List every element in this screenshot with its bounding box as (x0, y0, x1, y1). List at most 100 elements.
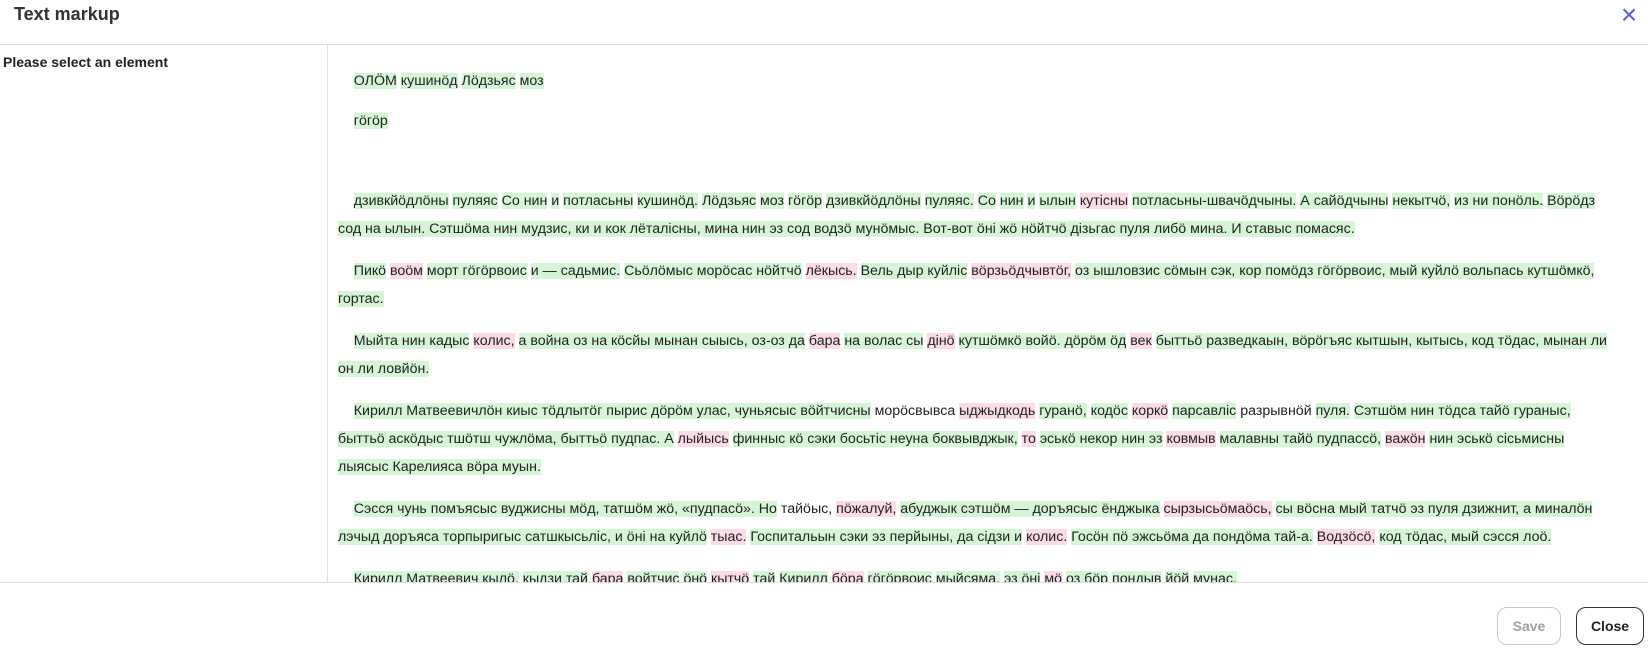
token[interactable]: нин эськӧ сісьмисны (1429, 431, 1565, 447)
close-icon[interactable]: × (1618, 1, 1640, 29)
token[interactable]: тай (753, 571, 776, 582)
token[interactable]: пӧжалуй, (836, 501, 897, 517)
token[interactable]: Сэтшӧм нин тӧдса тайӧ гураныс, (1353, 403, 1571, 419)
token[interactable]: сырзысьӧмаӧсь, (1163, 501, 1272, 517)
token[interactable]: и (551, 193, 560, 209)
token[interactable]: оз бӧр (1065, 571, 1109, 582)
token[interactable]: век (1130, 333, 1152, 349)
token[interactable]: лёкысь. (805, 263, 857, 279)
token[interactable]: коркӧ (1131, 403, 1169, 419)
token[interactable]: финныс кӧ сэки босьтіс неуна боквывджык, (732, 431, 1018, 447)
token[interactable]: морӧсвывса (875, 403, 956, 419)
token[interactable]: ковмыв (1166, 431, 1216, 447)
token[interactable]: воӧм (389, 263, 423, 279)
token[interactable]: гӧгӧр (353, 113, 388, 129)
token[interactable]: кушинӧд. (637, 193, 698, 209)
token[interactable]: Лӧдзьяс (701, 193, 757, 209)
token[interactable]: бара (808, 333, 841, 349)
token[interactable]: кушинӧд (400, 73, 458, 89)
token[interactable]: Кирилл Матвеевич кылӧ, (353, 571, 519, 582)
token[interactable]: разрывнӧй (1240, 403, 1311, 419)
token[interactable]: важӧн (1385, 431, 1426, 447)
token[interactable]: Госӧн пӧ эжсьӧма да пондӧма тай-а. (1071, 529, 1313, 545)
token[interactable]: пондыв (1112, 571, 1162, 582)
token[interactable]: Госпитальын сэки эз перйыны, да сідзи и (750, 529, 1023, 545)
token[interactable]: кодӧс (1090, 403, 1128, 419)
token[interactable]: кутісны (1079, 193, 1129, 209)
token[interactable]: бӧра (831, 571, 864, 582)
token[interactable]: А сайӧдчыны (1300, 193, 1389, 209)
token[interactable]: и (1027, 193, 1036, 209)
close-button[interactable]: Close (1576, 607, 1644, 645)
token[interactable]: Вель дыр куйліс (860, 263, 968, 279)
token[interactable]: быттьӧ аскӧдыс тшӧтш чужлӧма, быттьӧ пуд… (338, 431, 674, 447)
token[interactable]: тыас. (710, 529, 747, 545)
token[interactable]: ылын (1039, 193, 1076, 209)
token[interactable]: пуля. (1315, 403, 1350, 419)
token[interactable]: Со нин (501, 193, 548, 209)
token[interactable]: гортас. (338, 291, 384, 307)
token[interactable]: моз (760, 193, 785, 209)
token[interactable]: ӧнӧ (683, 571, 708, 582)
token[interactable]: пуляяс (452, 193, 498, 209)
token[interactable]: потласьны (563, 193, 634, 209)
token[interactable]: из ни понӧль. (1454, 193, 1544, 209)
token[interactable]: а война оз на кӧсйы мынан сыысь, оз-оз д… (518, 333, 805, 349)
token[interactable]: войтчис (627, 571, 680, 582)
token[interactable]: мӧ (1044, 571, 1063, 582)
token[interactable]: на волас сы (844, 333, 924, 349)
token[interactable]: Водзӧсӧ, (1316, 529, 1376, 545)
token[interactable]: вӧрзьӧдчывтӧг, (971, 263, 1072, 279)
token[interactable]: парсавліс (1172, 403, 1237, 419)
token[interactable]: гӧгӧрвоис (867, 571, 932, 582)
token[interactable]: моз (519, 73, 544, 89)
token[interactable]: малавны тайӧ пудпассӧ, (1219, 431, 1382, 447)
token[interactable]: пуляяс. (924, 193, 974, 209)
token[interactable]: кутшӧмкӧ войӧ. дӧрӧм ӧд (958, 333, 1127, 349)
token[interactable]: йӧй (1165, 571, 1190, 582)
token[interactable]: то (1021, 431, 1036, 447)
token[interactable]: сы вӧсна мый татчӧ эз пуля дзижнит, а ми… (1275, 501, 1593, 517)
token[interactable]: сод на ылын. Сэтшӧма нин мудзис, ки и ко… (338, 221, 1355, 237)
token[interactable]: гуранӧ, (1039, 403, 1087, 419)
token[interactable]: дзивкйӧдлӧны (353, 193, 449, 209)
token[interactable]: мунас. (1193, 571, 1237, 582)
token[interactable]: Мыйта нин кадыс (353, 333, 470, 349)
token[interactable]: лыйысь (677, 431, 729, 447)
token[interactable]: мыйсяма, (935, 571, 1001, 582)
token[interactable]: бара (591, 571, 624, 582)
token[interactable]: оз ышловзис сӧмын сэк, кор помӧдз гӧгӧрв… (1075, 263, 1595, 279)
token[interactable]: и — садьмис. (530, 263, 621, 279)
token[interactable]: дзивкйӧдлӧны (825, 193, 921, 209)
token[interactable]: потласьны-швачӧдчыны. (1132, 193, 1297, 209)
token[interactable]: Сьӧлӧмыс морӧсас нӧйтчӧ (624, 263, 802, 279)
token[interactable]: кытчӧ (711, 571, 750, 582)
save-button[interactable]: Save (1497, 607, 1561, 645)
token[interactable]: ыджыдкодь (959, 403, 1036, 419)
token[interactable]: гӧгӧр (788, 193, 823, 209)
token[interactable]: эськӧ некор нин эз (1039, 431, 1163, 447)
token[interactable]: Сэсся чунь помъясыс вуджисны мӧд, татшӧм… (353, 501, 777, 517)
token[interactable]: Кирилл (779, 571, 828, 582)
token[interactable]: Лӧдзьяс (461, 73, 516, 89)
token[interactable]: он ли ловйӧн. (338, 361, 430, 377)
token[interactable]: тайӧыс, (781, 501, 832, 517)
token[interactable]: Пикӧ (353, 263, 387, 279)
token[interactable]: Вӧрӧдз (1547, 193, 1596, 209)
token[interactable]: Со (977, 193, 996, 209)
token[interactable]: морт гӧгӧрвоис (426, 263, 527, 279)
token[interactable]: лэчыд доръяса торпыригыс сатшкысьліс, и … (338, 529, 707, 545)
token[interactable]: ОЛӦМ (353, 73, 397, 89)
token[interactable]: эз ӧні (1004, 571, 1041, 582)
token[interactable]: кыдзи тай (522, 571, 588, 582)
token[interactable]: абуджык сэтшӧм — доръясыс ёнджыка (900, 501, 1160, 517)
token[interactable]: код тӧдас, мый сэсся лоӧ. (1379, 529, 1552, 545)
token[interactable]: лыясыс Карелияса вӧра муын. (338, 459, 541, 475)
token[interactable]: быттьӧ разведкаын, вӧрӧгъяс кытшын, кыты… (1155, 333, 1607, 349)
token[interactable]: колис. (1026, 529, 1068, 545)
token[interactable]: Кирилл Матвеевичлӧн киыс тӧдлытӧг пырис … (353, 403, 871, 419)
token[interactable]: колис, (473, 333, 515, 349)
token[interactable]: некытчӧ, (1392, 193, 1451, 209)
token[interactable]: нин (999, 193, 1024, 209)
token[interactable]: дінӧ (927, 333, 955, 349)
